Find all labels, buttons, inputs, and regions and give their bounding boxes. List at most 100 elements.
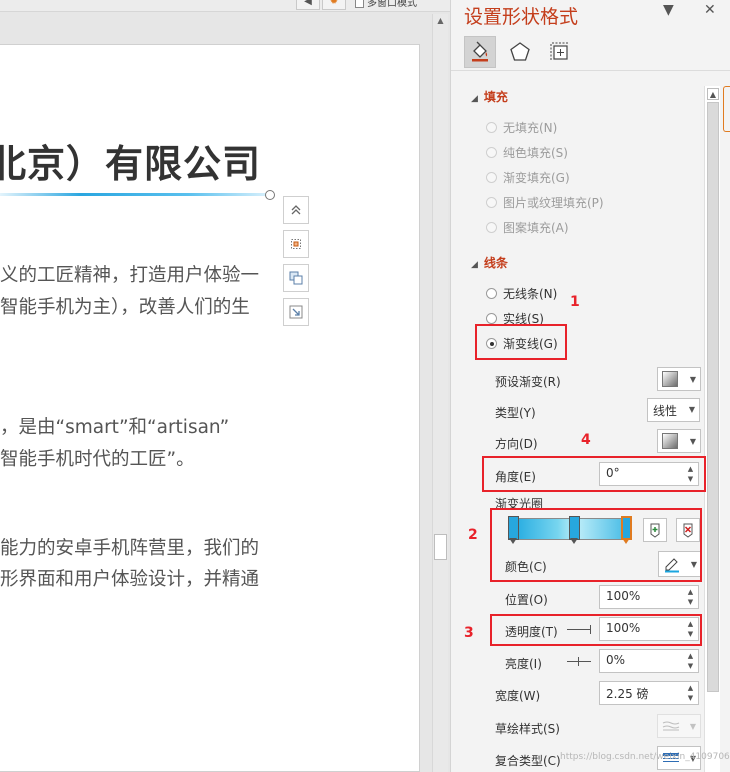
align-center-icon[interactable] [283, 230, 309, 258]
radio-indicator [486, 197, 497, 208]
radio-picture-fill: 图片或纹理填充(P) [486, 194, 604, 211]
layer-icon[interactable] [283, 264, 309, 292]
scroll-thumb[interactable] [434, 534, 447, 560]
watermark: https://blog.csdn.net/weixin_41097067 [560, 752, 730, 762]
multi-window-label: 多窗口模式 [367, 0, 417, 9]
radio-label: 纯色填充(S) [503, 146, 568, 160]
radio-indicator[interactable] [486, 313, 497, 324]
width-value: 2.25 磅 [606, 687, 649, 701]
preset-gradient-dropdown[interactable]: ▼ [657, 367, 701, 391]
type-select[interactable]: 线性 ▼ [647, 398, 700, 422]
paragraph-line-3[interactable]: ，是由“smart”和“artisan” [0, 413, 229, 439]
position-label: 位置(O) [505, 593, 548, 607]
spinner-arrows[interactable]: ▲ ▼ [686, 587, 695, 607]
chevron-down-icon: ▼ [689, 721, 696, 731]
radio-label: 图案填充(A) [503, 221, 569, 235]
chevron-down-icon: ▼ [688, 405, 695, 414]
line-header-text: 线条 [483, 256, 508, 270]
radio-gradient-fill: 渐变填充(G) [486, 169, 570, 186]
paragraph-line-2[interactable]: 智能手机为主），改善人们的生 [0, 293, 250, 319]
width-label: 宽度(W) [495, 689, 541, 703]
top-toolbar-strip: ◀ ✹ 多窗口模式 [0, 0, 450, 12]
annotation-box-4 [482, 456, 706, 492]
format-shape-pane: 设置形状格式 ▼ ✕ ◢ 填充 无填充(N) 纯色填充(S) 渐变填充(G) 图片… [450, 0, 730, 772]
radio-solid-fill: 纯色填充(S) [486, 144, 568, 161]
position-spinner[interactable]: 100% ▲ ▼ [599, 585, 699, 609]
slide-editor: ◀ ✹ 多窗口模式 北京）有限公司 义的工匠精神，打造用户体验一 智能手机为主）… [0, 0, 450, 772]
radio-no-fill: 无填充(N) [486, 119, 557, 136]
direction-label: 方向(D) [495, 437, 538, 451]
radio-indicator [486, 222, 497, 233]
pane-scrollbar[interactable]: ▲ [704, 86, 720, 772]
radio-label: 无填充(N) [503, 121, 558, 135]
resize-icon[interactable] [283, 298, 309, 326]
scroll-up-arrow[interactable]: ▲ [707, 88, 719, 100]
annotation-box-3 [490, 614, 702, 646]
radio-indicator[interactable] [486, 288, 497, 299]
annotation-number-3: 3 [464, 625, 474, 641]
brightness-slider-thumb[interactable] [578, 657, 579, 666]
position-value: 100% [606, 589, 641, 603]
collapse-up-icon[interactable] [283, 196, 309, 224]
annotation-number-4: 4 [581, 432, 591, 448]
brightness-value: 0% [606, 653, 626, 667]
scroll-up-arrow[interactable]: ▲ [435, 16, 446, 26]
editor-scrollbar[interactable]: ▲ [432, 14, 448, 772]
slide-title[interactable]: 北京）有限公司 [0, 133, 261, 188]
paragraph-line-1[interactable]: 义的工匠精神，打造用户体验一 [0, 261, 259, 287]
resize-handle[interactable] [265, 190, 275, 200]
pane-title: 设置形状格式 [464, 6, 579, 28]
slide-canvas[interactable]: 北京）有限公司 义的工匠精神，打造用户体验一 智能手机为主），改善人们的生 ，是… [0, 44, 420, 772]
back-button[interactable]: ◀ [296, 0, 320, 10]
radio-indicator [486, 172, 497, 183]
radio-indicator [486, 147, 497, 158]
brightness-spinner[interactable]: 0% ▲ ▼ [599, 649, 699, 673]
brightness-label: 亮度(I) [505, 657, 542, 671]
multi-window-checkbox[interactable]: 多窗口模式 [355, 0, 435, 10]
direction-dropdown[interactable]: ▼ [657, 429, 701, 453]
annotation-number-1: 1 [570, 294, 580, 310]
effects-pentagon-icon[interactable] [504, 36, 536, 68]
radio-label: 无线条(N) [503, 287, 558, 301]
direction-preview-icon [662, 433, 678, 449]
gradient-line-shape[interactable] [0, 193, 268, 196]
pane-options-dropdown[interactable]: ▼ [663, 2, 674, 18]
annotation-box-1 [475, 324, 567, 360]
type-value: 线性 [653, 404, 678, 418]
fill-section-header[interactable]: ◢ 填充 [471, 88, 508, 105]
radio-no-line[interactable]: 无线条(N) [486, 285, 557, 302]
preset-gradient-label: 预设渐变(R) [495, 375, 561, 389]
line-section-header[interactable]: ◢ 线条 [471, 254, 508, 271]
spinner-arrows[interactable]: ▲ ▼ [686, 651, 695, 671]
sketch-style-label: 草绘样式(S) [495, 722, 560, 736]
radio-pattern-fill: 图案填充(A) [486, 219, 569, 236]
app-window: ◀ ✹ 多窗口模式 北京）有限公司 义的工匠精神，打造用户体验一 智能手机为主）… [0, 0, 730, 772]
compound-type-label: 复合类型(C) [495, 754, 561, 768]
fill-header-text: 填充 [483, 90, 508, 104]
brightness-slider[interactable] [567, 661, 591, 662]
radio-label: 图片或纹理填充(P) [503, 196, 604, 210]
pane-tabs [464, 36, 584, 68]
radio-label: 渐变填充(G) [503, 171, 570, 185]
squiggle-icon [662, 721, 680, 731]
gear-icon[interactable]: ✹ [322, 0, 346, 10]
checkbox-box[interactable] [355, 0, 364, 8]
pane-scroll-thumb[interactable] [707, 102, 719, 692]
chevron-down-icon: ▼ [689, 436, 696, 446]
paragraph-line-5[interactable]: 能力的安卓手机阵营里，我们的 [0, 534, 259, 560]
size-properties-icon[interactable] [544, 36, 576, 68]
tab-divider [451, 70, 730, 71]
radio-indicator [486, 122, 497, 133]
close-icon[interactable]: ✕ [704, 2, 716, 18]
annotation-number-2: 2 [468, 527, 478, 543]
pane-edge-tab[interactable] [723, 86, 730, 132]
spinner-arrows[interactable]: ▲ ▼ [686, 683, 695, 703]
width-spinner[interactable]: 2.25 磅 ▲ ▼ [599, 681, 699, 705]
type-label: 类型(Y) [495, 406, 536, 420]
gradient-preview-icon [662, 371, 678, 387]
chevron-down-icon: ▼ [689, 374, 696, 384]
annotation-box-2 [490, 508, 702, 582]
paragraph-line-4[interactable]: 智能手机时代的工匠”。 [0, 445, 195, 471]
fill-line-icon[interactable] [464, 36, 496, 68]
paragraph-line-6[interactable]: 形界面和用户体验设计，并精通 [0, 565, 259, 591]
